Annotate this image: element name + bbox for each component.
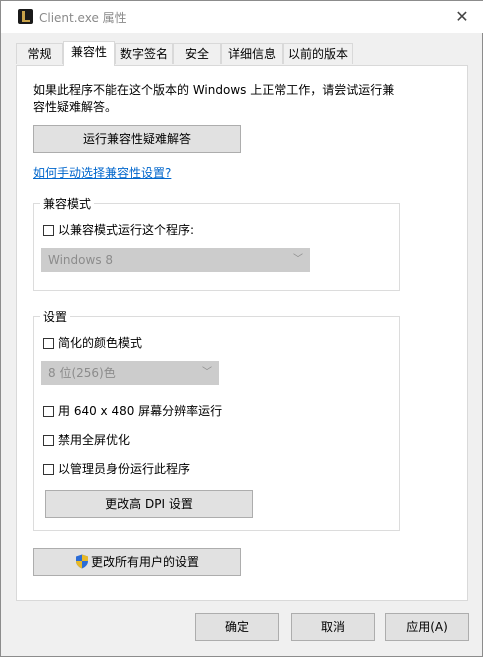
title-bar: Client.exe 属性 ✕ <box>1 1 483 33</box>
manual-settings-link[interactable]: 如何手动选择兼容性设置? <box>33 164 171 181</box>
os-select[interactable]: Windows 8 ﹀ <box>41 248 310 272</box>
reduced-color-checkbox[interactable]: 简化的颜色模式 <box>43 335 142 351</box>
uac-shield-icon <box>75 554 88 569</box>
close-button[interactable]: ✕ <box>449 5 475 29</box>
color-mode-select[interactable]: 8 位(256)色 ﹀ <box>41 361 219 385</box>
app-icon <box>18 9 33 24</box>
properties-window: Client.exe 属性 ✕ 常规 兼容性 数字签名 安全 详细信息 以前的版… <box>0 0 483 657</box>
chevron-down-icon: ﹀ <box>293 254 303 265</box>
checkbox-icon <box>43 225 54 236</box>
intro-text: 如果此程序不能在这个版本的 Windows 上正常工作，请尝试运行兼容性疑难解答… <box>33 83 395 114</box>
compat-mode-title: 兼容模式 <box>40 195 95 212</box>
settings-title: 设置 <box>40 308 71 325</box>
change-all-users-button[interactable]: 更改所有用户的设置 <box>33 548 241 576</box>
resolution-checkbox[interactable]: 用 640 x 480 屏幕分辨率运行 <box>43 403 222 419</box>
close-icon: ✕ <box>455 7 469 26</box>
ok-button[interactable]: 确定 <box>195 613 279 641</box>
tab-security[interactable]: 安全 <box>173 43 221 64</box>
run-as-admin-checkbox[interactable]: 以管理员身份运行此程序 <box>43 461 190 477</box>
tab-digital-signatures[interactable]: 数字签名 <box>115 43 173 64</box>
change-dpi-button[interactable]: 更改高 DPI 设置 <box>45 490 253 518</box>
cancel-button[interactable]: 取消 <box>291 613 375 641</box>
settings-group: 设置 简化的颜色模式 8 位(256)色 ﹀ 用 640 x 480 屏幕分辨率… <box>33 308 400 531</box>
compat-mode-group: 兼容模式 以兼容模式运行这个程序: Windows 8 ﹀ <box>33 195 400 291</box>
compat-mode-checkbox[interactable]: 以兼容模式运行这个程序: <box>43 222 194 238</box>
run-troubleshooter-button[interactable]: 运行兼容性疑难解答 <box>33 125 241 153</box>
tab-compatibility[interactable]: 兼容性 <box>63 41 115 66</box>
chevron-down-icon: ﹀ <box>202 367 212 378</box>
checkbox-icon <box>43 464 54 475</box>
checkbox-icon <box>43 435 54 446</box>
tab-details[interactable]: 详细信息 <box>221 43 283 64</box>
compatibility-panel: 如果此程序不能在这个版本的 Windows 上正常工作，请尝试运行兼容性疑难解答… <box>16 65 468 601</box>
apply-button[interactable]: 应用(A) <box>385 613 469 641</box>
tab-general[interactable]: 常规 <box>16 43 63 64</box>
tab-previous-versions[interactable]: 以前的版本 <box>283 43 353 64</box>
checkbox-icon <box>43 406 54 417</box>
checkbox-icon <box>43 338 54 349</box>
window-title: Client.exe 属性 <box>39 11 127 25</box>
fullscreen-optimization-checkbox[interactable]: 禁用全屏优化 <box>43 432 130 448</box>
